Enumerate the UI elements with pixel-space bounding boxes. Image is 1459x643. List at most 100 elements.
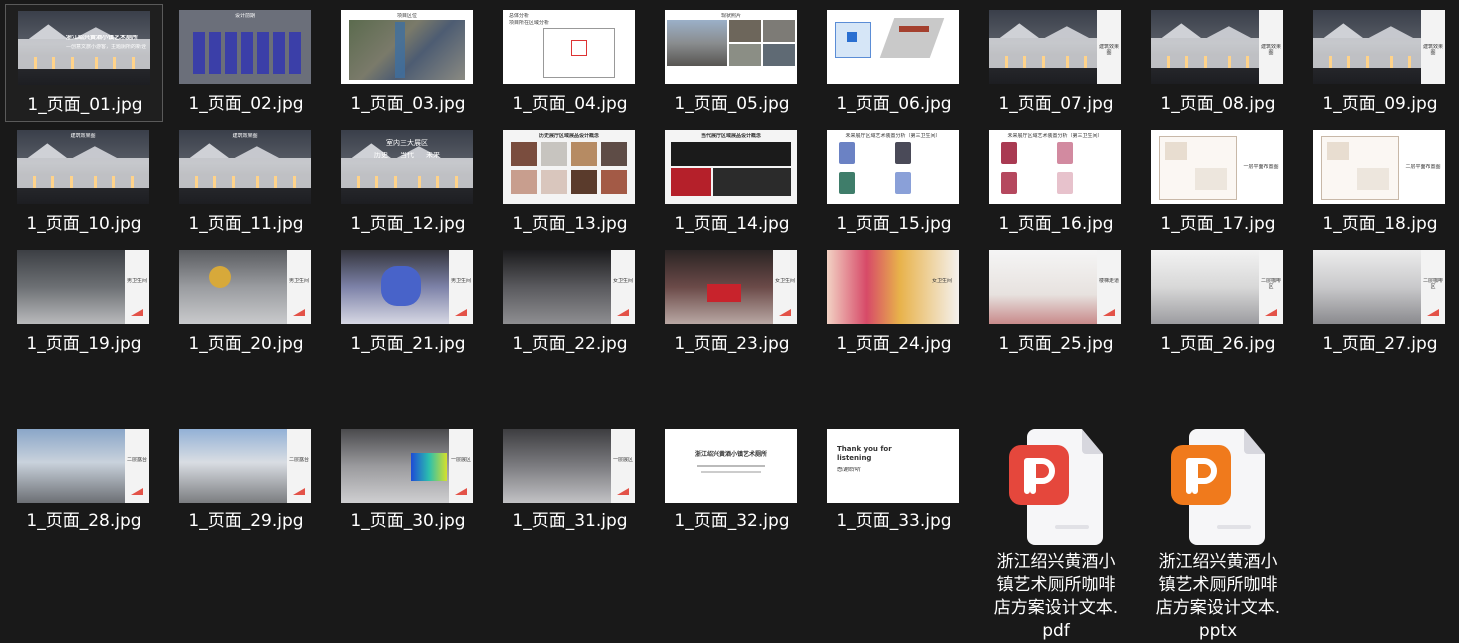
slide-caption: 二层露台 [126,457,147,463]
thumbnail: 未来展厅区域艺术装置分析（第三卫生间） [989,130,1121,204]
image-file-item[interactable]: 男卫生间 1_页面_20.jpg [167,244,325,362]
thumbnail: 总体分析 项目所在区域分析 [503,10,635,84]
image-file-item[interactable]: 男卫生间 1_页面_21.jpg [329,244,487,362]
thumbnail: 女卫生间 [827,250,959,324]
light-fixture [113,56,117,69]
installation-render [1001,142,1017,164]
pptx-file-item[interactable]: 浙江绍兴黄酒小 镇艺术厕所咖啡 店方案设计文本. pptx [1139,423,1297,641]
light-fixture [1408,55,1412,68]
slide-caption: 建筑效果图 [70,133,96,139]
image-file-item[interactable]: 历史展厅区域展品设计概念 1_页面_13.jpg [491,124,649,242]
interior-rendering [17,250,125,324]
image-file-item[interactable]: 总体分析 项目所在区域分析 1_页面_04.jpg [491,4,649,122]
image-file-item[interactable]: 二层咖啡区 1_页面_26.jpg [1139,244,1297,362]
file-name-label: 1_页面_17.jpg [1160,214,1276,234]
file-name-label: 1_页面_27.jpg [1322,334,1438,354]
image-file-item[interactable]: 室内三大展区 历史 当代 未来 1_页面_12.jpg [329,124,487,242]
thumbnail: 建筑效果图 [179,130,311,204]
light-fixture [94,56,98,69]
image-file-item[interactable]: 一层展区 1_页面_30.jpg [329,423,487,541]
floor-plan-room [1357,168,1389,190]
thumbnail: 一层平面布置图 [1151,130,1283,204]
slide-caption: 二层咖啡区 [1422,278,1443,290]
pdf-file-item[interactable]: 浙江绍兴黄酒小 镇艺术厕所咖啡 店方案设计文本. pdf [977,423,1135,641]
light-fixture [1065,55,1069,68]
image-file-item[interactable]: 建筑效果图 1_页面_07.jpg [977,4,1135,122]
slide-caption: 项目所在区域分析 [509,20,550,26]
image-file-item[interactable]: 楼梯走道 1_页面_25.jpg [977,244,1135,362]
file-name-label: 1_页面_23.jpg [674,334,790,354]
image-file-item[interactable]: 一层展区 1_页面_31.jpg [491,423,649,541]
file-name-label: 浙江绍兴黄酒小 镇艺术厕所咖啡 店方案设计文本. pptx [1139,551,1297,643]
floor-plan-room [1327,142,1349,160]
thumbnail: 二层平面布置图 [1313,130,1445,204]
thumbnail: 浙江绍兴黄酒小镇艺术厕所 [665,429,797,503]
slide-caption: 男卫生间 [288,278,309,284]
image-file-item[interactable]: 二层平面布置图 1_页面_18.jpg [1301,124,1459,242]
image-file-item[interactable]: 建筑效果图 1_页面_11.jpg [167,124,325,242]
file-name-label: 1_页面_11.jpg [188,214,304,234]
thumbnail: 女卫生间 [503,250,635,324]
site-boundary [571,40,587,56]
image-file-item[interactable]: 二层露台 1_页面_28.jpg [5,423,163,541]
p-glyph [1186,458,1217,494]
pdf-file-icon [1009,429,1105,547]
slide-caption: 女卫生间 [612,278,633,284]
thumbnail: 男卫生间 [17,250,149,324]
image-file-item[interactable]: 1_页面_06.jpg [815,4,973,122]
slide-caption: 总体分析 [509,13,530,19]
roof-shape [1323,23,1364,39]
pptx-file-icon [1171,429,1267,547]
image-file-item[interactable]: 男卫生间 1_页面_19.jpg [5,244,163,362]
image-file-item[interactable]: 浙江绍兴黄酒小镇艺术厕所 —创意文旅小游客，主题厕所的新诠释— 1_页面_01.jp… [5,4,163,122]
roof-shape [1368,26,1414,39]
thumbnail: 女卫生间 [665,250,797,324]
image-file-item[interactable]: 浙江绍兴黄酒小镇艺术厕所 1_页面_32.jpg [653,423,811,541]
file-name-label: 1_页面_22.jpg [512,334,628,354]
site-photo [729,44,761,66]
light-fixture [52,56,56,69]
light-fixture [93,175,97,188]
thumbnail: 当代展厅区域展品设计概念 [665,130,797,204]
thumbnail: 建筑效果图 [17,130,149,204]
site-photo [763,20,795,42]
image-file-item[interactable]: 现状照片 1_页面_05.jpg [653,4,811,122]
image-file-item[interactable]: 建筑效果图 1_页面_09.jpg [1301,4,1459,122]
file-name-label: 1_页面_28.jpg [26,511,142,531]
file-name-label: 1_页面_07.jpg [998,94,1114,114]
image-file-item[interactable]: 项目区位 1_页面_03.jpg [329,4,487,122]
image-file-item[interactable]: 女卫生间 1_页面_23.jpg [653,244,811,362]
image-file-item[interactable]: 建筑效果图 1_页面_08.jpg [1139,4,1297,122]
file-name-line: pptx [1198,621,1238,641]
image-file-item[interactable]: 二层咖啡区 1_页面_27.jpg [1301,244,1459,362]
image-file-item[interactable]: 建筑效果图 1_页面_10.jpg [5,124,163,242]
light-fixture [1347,55,1351,68]
light-fixture [393,175,397,188]
image-file-item[interactable]: 二层露台 1_页面_29.jpg [167,423,325,541]
page-fold [1244,429,1265,454]
light-fixture [1246,55,1250,68]
installation-render [839,172,855,194]
image-file-item[interactable]: 女卫生间 1_页面_24.jpg [815,244,973,362]
thumbnail: 项目区位 [341,10,473,84]
slide-caption: 感谢聆听 [837,467,862,473]
process-step-card [241,32,253,74]
light-fixture [356,175,360,188]
file-name-line: pdf [1042,621,1070,641]
exhibit-photo [671,142,791,166]
accent-triangle [779,309,791,316]
building-rendering [179,130,311,204]
roof-shape [189,143,230,159]
image-file-item[interactable]: 一层平面布置图 1_页面_17.jpg [1139,124,1297,242]
image-file-item[interactable]: Thank you for listening 感谢聆听 1_页面_33.jpg [815,423,973,541]
light-fixture [1203,55,1207,68]
slide-caption: 设计前期 [234,13,255,19]
image-file-item[interactable]: 设计前期 1_页面_02.jpg [167,4,325,122]
file-name-line: 镇艺术厕所咖啡 [996,575,1116,595]
image-file-item[interactable]: 未来展厅区域艺术装置分析（第三卫生间） 1_页面_16.jpg [977,124,1135,242]
image-file-item[interactable]: 当代展厅区域展品设计概念 1_页面_14.jpg [653,124,811,242]
thumbnail: 未来展厅区域艺术装置分析（第三卫生间） [827,130,959,204]
image-file-item[interactable]: 女卫生间 1_页面_22.jpg [491,244,649,362]
roof-shape [999,23,1040,39]
image-file-item[interactable]: 未来展厅区域艺术装置分析（第三卫生间） 1_页面_15.jpg [815,124,973,242]
